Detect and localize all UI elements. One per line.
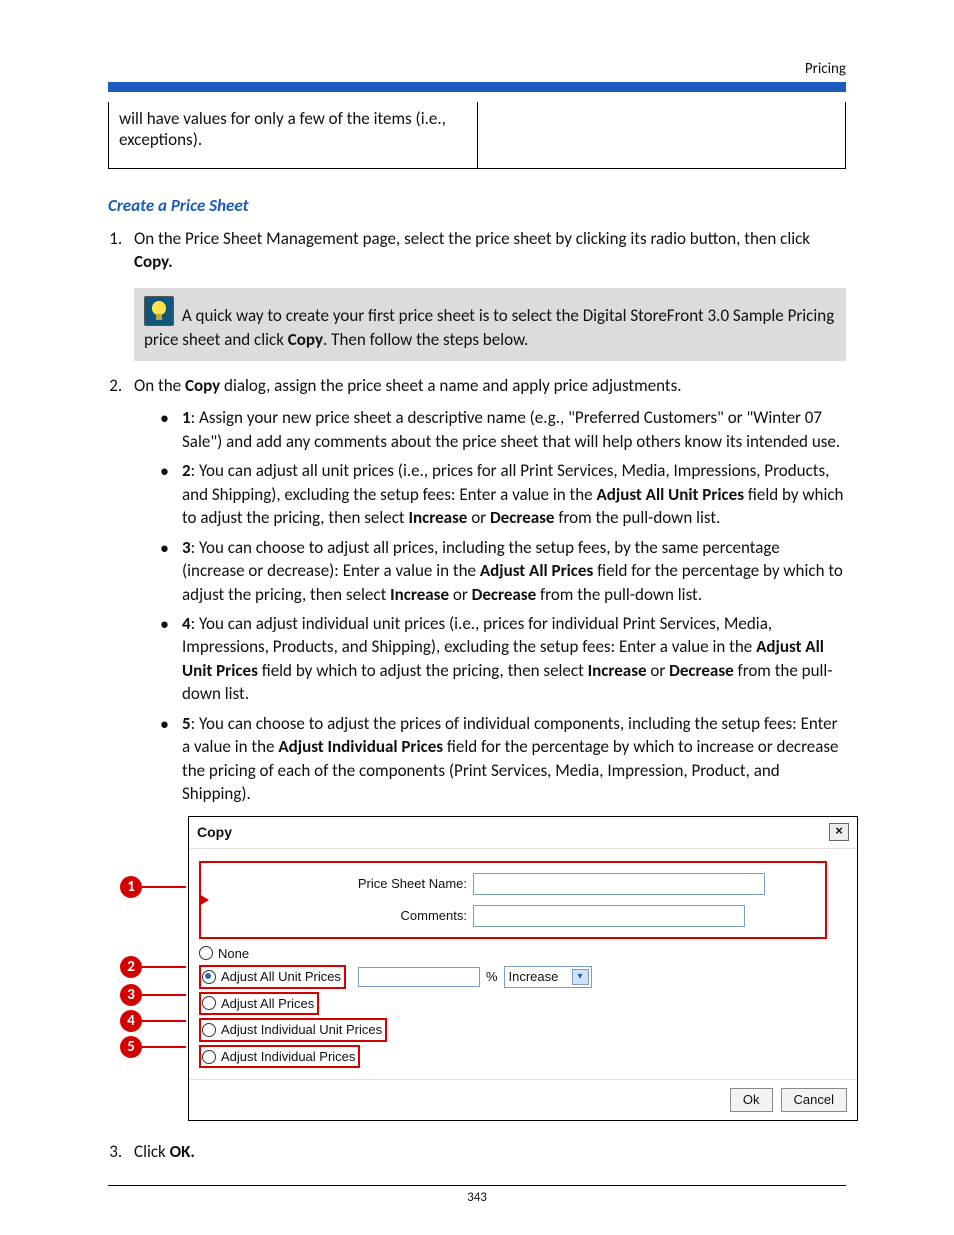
chevron-down-icon: ▾: [572, 969, 589, 985]
close-button[interactable]: ×: [829, 823, 849, 841]
page-number: 343: [108, 1185, 846, 1205]
page-header: Pricing: [108, 60, 846, 78]
name-section-highlight: Price Sheet Name: Comments:: [199, 861, 827, 939]
dialog-title-text: Copy: [197, 823, 232, 842]
radio-none[interactable]: [199, 946, 213, 960]
callout-3: 3: [120, 984, 142, 1006]
price-sheet-name-input[interactable]: [473, 873, 765, 895]
callout-2: 2: [120, 956, 142, 978]
radio-adjust-individual-unit-prices[interactable]: [202, 1023, 216, 1037]
percent-label: %: [486, 968, 498, 986]
comments-input[interactable]: [473, 905, 745, 927]
bullet-1: 1: Assign your new price sheet a descrip…: [160, 406, 846, 453]
tip-box: A quick way to create your first price s…: [134, 288, 846, 362]
lightbulb-icon: [144, 296, 174, 326]
dialog-titlebar: Copy ×: [189, 817, 857, 849]
option-2-highlight: Adjust All Unit Prices: [199, 965, 346, 989]
step-3: Click OK.: [126, 1141, 846, 1164]
price-sheet-name-label: Price Sheet Name:: [277, 875, 473, 893]
section-title: Create a Price Sheet: [108, 195, 846, 216]
bullet-3: 3: You can choose to adjust all prices, …: [160, 536, 846, 606]
comments-label: Comments:: [277, 907, 473, 925]
cancel-button[interactable]: Cancel: [781, 1088, 847, 1112]
bullet-4: 4: You can adjust individual unit prices…: [160, 612, 846, 706]
copy-dialog-screenshot: 1 2 3 4 5: [188, 816, 858, 1121]
step-2: On the Copy dialog, assign the price she…: [126, 375, 846, 1120]
top-table: will have values for only a few of the i…: [108, 102, 846, 169]
top-table-left: will have values for only a few of the i…: [109, 102, 478, 169]
radio-adjust-all-prices[interactable]: [202, 996, 216, 1010]
option-adjust-individual-prices[interactable]: Adjust Individual Prices: [199, 1045, 847, 1069]
copy-dialog: Copy × Price Sheet Name: Comments:: [188, 816, 858, 1121]
increase-decrease-select[interactable]: Increase ▾: [504, 966, 592, 988]
dialog-footer: Ok Cancel: [189, 1079, 857, 1120]
callout-1: 1: [120, 876, 142, 898]
callout-5: 5: [120, 1036, 142, 1058]
step-2-bullets: 1: Assign your new price sheet a descrip…: [160, 406, 846, 805]
main-ordered-list-cont: On the Copy dialog, assign the price she…: [126, 375, 846, 1163]
bullet-2: 2: You can adjust all unit prices (i.e.,…: [160, 459, 846, 529]
step-1: On the Price Sheet Management page, sele…: [126, 228, 846, 274]
radio-adjust-all-unit-prices[interactable]: [202, 970, 216, 984]
option-adjust-all-prices[interactable]: Adjust All Prices: [199, 992, 847, 1016]
option-5-highlight: Adjust Individual Prices: [199, 1045, 360, 1069]
arrow-icon: [199, 894, 209, 906]
main-ordered-list: On the Price Sheet Management page, sele…: [126, 228, 846, 274]
top-table-right: [477, 102, 846, 169]
bullet-5: 5: You can choose to adjust the prices o…: [160, 712, 846, 806]
option-none[interactable]: None: [199, 945, 847, 963]
radio-adjust-individual-prices[interactable]: [202, 1050, 216, 1064]
header-rule: [108, 82, 846, 92]
option-adjust-all-unit-prices: Adjust All Unit Prices % Increase ▾: [199, 965, 847, 989]
callout-4: 4: [120, 1010, 142, 1032]
option-3-highlight: Adjust All Prices: [199, 992, 319, 1016]
option-4-highlight: Adjust Individual Unit Prices: [199, 1018, 387, 1042]
ok-button[interactable]: Ok: [730, 1088, 773, 1112]
option-adjust-individual-unit-prices[interactable]: Adjust Individual Unit Prices: [199, 1018, 847, 1042]
percent-input[interactable]: [358, 967, 480, 987]
header-title: Pricing: [805, 60, 846, 78]
dialog-form: Price Sheet Name: Comments: None: [189, 849, 857, 1080]
